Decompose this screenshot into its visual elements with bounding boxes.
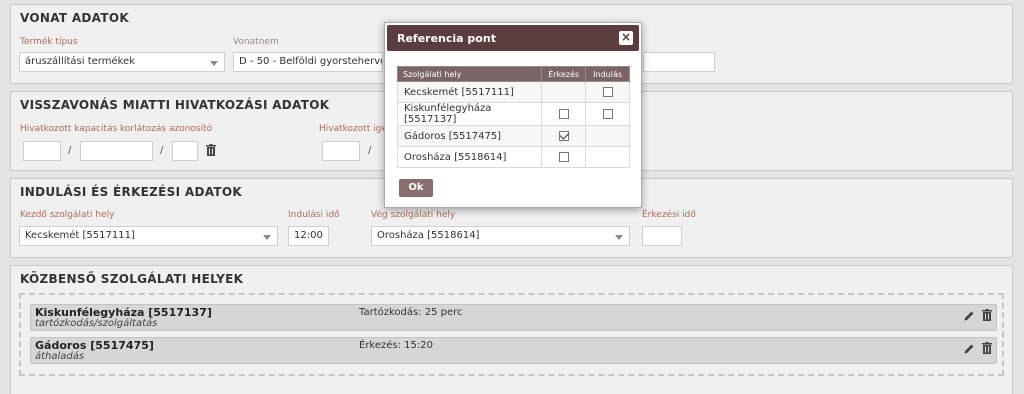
kezdo-label: Kezdő szolgálati hely xyxy=(20,210,115,220)
stop-type: tartózkodás/szolgáltatás xyxy=(35,318,158,329)
erkezesi-ido-label: Érkezési idő xyxy=(642,210,696,220)
stop-info: Tartózkodás: 25 perc xyxy=(359,307,463,318)
erkezes-checkbox[interactable] xyxy=(558,108,569,119)
igeny-label: Hivatkozott igé xyxy=(319,124,387,134)
ok-button[interactable]: Ok xyxy=(399,179,433,197)
indulasi-ido-value: 12:00 xyxy=(294,230,323,241)
erkezesi-ido-input[interactable] xyxy=(642,226,682,246)
modal-title: Referencia pont xyxy=(397,32,496,45)
modal-header: Referencia pont × xyxy=(387,25,639,51)
veg-value: Orosháza [5518614] xyxy=(377,230,480,241)
termek-select[interactable]: áruszállítási termékek xyxy=(19,52,225,72)
kapacitas-input-3[interactable] xyxy=(172,141,198,161)
kezdo-value: Kecskemét [5517111] xyxy=(25,230,135,241)
kapacitas-input-2[interactable] xyxy=(80,141,153,161)
separator: / xyxy=(68,145,72,156)
cell-erkezes xyxy=(541,146,587,168)
cell-hely: Orosháza [5518614] xyxy=(396,146,543,168)
cell-hely: Kecskemét [5517111] xyxy=(396,81,543,103)
list-item[interactable]: Gádoros [5517475] áthaladás Érkezés: 15:… xyxy=(30,337,997,364)
chevron-down-icon xyxy=(210,61,218,66)
termek-value: áruszállítási termékek xyxy=(25,56,135,67)
col-header-erkezes: Érkezés xyxy=(541,66,587,82)
pencil-icon[interactable] xyxy=(964,310,975,321)
cell-indulas xyxy=(585,146,630,168)
indulasi-ido-input[interactable]: 12:00 xyxy=(288,226,329,246)
veg-label: Vég szolgálati hely xyxy=(371,210,456,220)
cell-indulas xyxy=(585,81,630,103)
cell-hely: Gádoros [5517475] xyxy=(396,125,543,147)
stop-type: áthaladás xyxy=(35,351,85,362)
referencia-pont-modal: Referencia pont × Szolgálati hely Érkezé… xyxy=(384,22,642,208)
vonatnem-label: Vonatnem xyxy=(233,37,279,47)
table-row: Kecskemét [5517111] xyxy=(396,81,630,103)
cell-indulas xyxy=(585,125,630,147)
vonatnem-value: D - 50 - Belföldi gyorstehervona xyxy=(239,56,383,67)
cell-hely: Kiskunfélegyháza [5517137] xyxy=(396,102,543,126)
stop-info: Érkezés: 15:20 xyxy=(359,340,433,351)
vonatnem-select[interactable]: D - 50 - Belföldi gyorstehervona xyxy=(233,52,383,72)
extra-input[interactable] xyxy=(643,52,715,72)
col-header-hely: Szolgálati hely xyxy=(396,66,543,82)
pencil-icon[interactable] xyxy=(964,343,975,354)
trash-icon[interactable] xyxy=(206,144,216,156)
panel-title-kozbenso: KÖZBENSŐ SZOLGÁLATI HELYEK xyxy=(20,272,244,286)
page: VONAT ADATOK Termék típus áruszállítási … xyxy=(0,0,1024,394)
indulas-checkbox[interactable] xyxy=(602,108,613,119)
referencia-table: Szolgálati hely Érkezés Indulás Kecskemé… xyxy=(396,66,630,168)
table-row: Kiskunfélegyháza [5517137] xyxy=(396,102,630,126)
table-row: Gádoros [5517475] xyxy=(396,125,630,147)
separator: / xyxy=(160,145,164,156)
trash-icon[interactable] xyxy=(982,309,992,321)
trash-icon[interactable] xyxy=(982,342,992,354)
table-row: Orosháza [5518614] xyxy=(396,146,630,168)
erkezes-checkbox[interactable] xyxy=(558,130,569,141)
chevron-down-icon xyxy=(615,235,623,240)
termek-label: Termék típus xyxy=(20,37,78,47)
erkezes-checkbox[interactable] xyxy=(558,151,569,162)
kapacitas-label: Hivatkozott kapacitás korlátozás azonosí… xyxy=(20,124,213,134)
list-item[interactable]: Kiskunfélegyháza [5517137] tartózkodás/s… xyxy=(30,304,997,331)
cell-erkezes xyxy=(541,102,587,126)
kapacitas-input-1[interactable] xyxy=(23,141,61,161)
chevron-down-icon xyxy=(263,235,271,240)
col-header-indulas: Indulás xyxy=(585,66,630,82)
kezdo-select[interactable]: Kecskemét [5517111] xyxy=(19,226,278,246)
cell-erkezes xyxy=(541,81,587,103)
panel-title-visszavonas: VISSZAVONÁS MIATTI HIVATKOZÁSI ADATOK xyxy=(20,98,330,112)
cell-erkezes xyxy=(541,125,587,147)
separator: / xyxy=(368,145,372,156)
indulasi-ido-label: Indulási idő xyxy=(288,210,340,220)
cell-indulas xyxy=(585,102,630,126)
panel-title-indulasi: INDULÁSI ÉS ÉRKEZÉSI ADATOK xyxy=(20,185,242,199)
indulas-checkbox[interactable] xyxy=(602,86,613,97)
panel-title-vonat: VONAT ADATOK xyxy=(20,11,129,25)
veg-select[interactable]: Orosháza [5518614] xyxy=(371,226,630,246)
close-icon[interactable]: × xyxy=(619,31,633,45)
igeny-input-1[interactable] xyxy=(322,141,360,161)
